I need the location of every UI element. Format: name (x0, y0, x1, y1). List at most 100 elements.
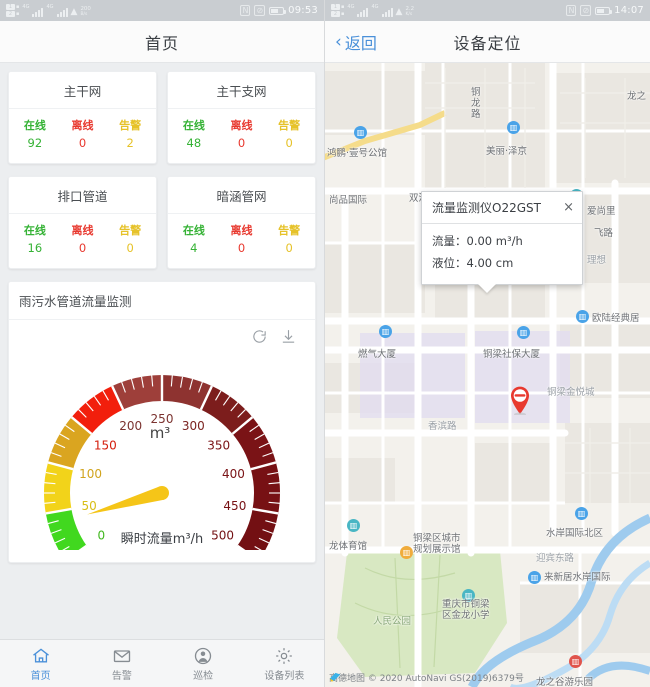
flow-monitor-panel: 雨污水管道流量监测 050100150200250300350400450500… (8, 281, 316, 563)
clock: 09:53 (288, 5, 318, 16)
map-poi-icon[interactable]: ▥ (576, 310, 589, 323)
stat-card-title: 主干支网 (168, 72, 315, 109)
gauge-needle-hub (155, 486, 169, 500)
envelope-icon (112, 646, 132, 666)
map-poi-icon[interactable]: ▥ (575, 507, 588, 520)
map-attribution: 高德地图 © 2020 AutoNavi GS(2019)6379号 (329, 671, 524, 684)
page-header-right: ‹ 返回 设备定位 (325, 21, 650, 63)
status-bar-right-icons: N ⊘ 09:53 (240, 5, 318, 16)
map-label: 迎宾东路 (536, 553, 574, 564)
gauge-tick-label: 450 (223, 499, 246, 513)
stat-online[interactable]: 在线 4 (170, 222, 218, 258)
device-location-pin[interactable] (509, 385, 531, 415)
map-label: 铜 龙 路 (471, 87, 481, 120)
page-title: 首页 (145, 30, 179, 54)
download-icon[interactable] (280, 328, 297, 345)
back-label: 返回 (345, 30, 377, 54)
stat-alarm[interactable]: 告警 0 (265, 117, 313, 153)
network-type-icon: 4G (22, 4, 29, 10)
clock: 14:07 (614, 5, 644, 16)
stat-card-anhanguanwang[interactable]: 暗涵管网 在线 4 离线 0 告警 0 (167, 176, 316, 269)
status-bar-left: 1▪ 2▪ 4G 4G ▲ 200 B/s N ⊘ 09:53 (0, 0, 324, 21)
stat-offline[interactable]: 离线 0 (218, 117, 266, 153)
map-poi-icon[interactable]: ▥ (507, 121, 520, 134)
stat-alarm[interactable]: 告警 2 (106, 117, 154, 153)
stat-card-zhuganzhiwang[interactable]: 主干支网 在线 48 离线 0 告警 0 (167, 71, 316, 164)
gauge-band (46, 509, 87, 550)
stat-label: 离线 (59, 117, 107, 134)
stat-alarm[interactable]: 告警 0 (106, 222, 154, 258)
gauge-tick-label: 500 (211, 528, 234, 542)
refresh-icon[interactable] (251, 328, 268, 345)
back-button[interactable]: ‹ 返回 (325, 30, 377, 54)
map-canvas[interactable]: ▥鸿鹏·壹号公馆▥美丽·泽京铜 龙 路尚品国际双河龙之▥爱尚里飞路理想▥欧陆经典… (325, 63, 650, 687)
stat-label: 在线 (11, 222, 59, 239)
network-speed-unit: K/s (405, 12, 414, 17)
popup-header: 流量监测仪O22GST × (422, 192, 582, 224)
stat-label: 告警 (106, 222, 154, 239)
stat-online[interactable]: 在线 92 (11, 117, 59, 153)
tab-device-list[interactable]: 设备列表 (244, 646, 325, 682)
map-poi-icon[interactable]: ▥ (354, 126, 367, 139)
flow-value: 0.00 (467, 234, 493, 248)
stat-label: 告警 (106, 117, 154, 134)
device-location-screen: 1▪ 2▪ 4G 4G ▲ 2.2 K/s N ⊘ 14:07 (325, 0, 650, 687)
map-poi-icon[interactable]: ▥ (379, 325, 392, 338)
map-poi-icon[interactable]: ▥ (517, 326, 530, 339)
stat-online[interactable]: 在线 16 (11, 222, 59, 258)
network-speed: 2.2 K/s (405, 7, 414, 17)
chevron-left-icon: ‹ (335, 34, 342, 50)
stat-alarm[interactable]: 告警 0 (265, 222, 313, 258)
device-info-popup[interactable]: 流量监测仪O22GST × 流量：0.00 m³/h 液位：4.00 cm (421, 191, 583, 285)
stat-value: 0 (59, 239, 107, 258)
map-label: 铜梁区城市 规划展示馆 (413, 533, 461, 555)
stat-label: 告警 (265, 117, 313, 134)
stat-label: 在线 (170, 222, 218, 239)
status-bar-right-icons: N ⊘ 14:07 (566, 5, 644, 16)
signal-bars-1-icon (357, 8, 368, 17)
flow-gauge: 050100150200250300350400450500m³瞬时流量m³/h (17, 345, 307, 550)
stat-offline[interactable]: 离线 0 (59, 117, 107, 153)
map-poi-icon[interactable]: ▥ (347, 519, 360, 532)
stat-card-title: 排口管道 (9, 177, 156, 214)
stat-online[interactable]: 在线 48 (170, 117, 218, 153)
map-label: 重庆市铜梁 区金龙小学 (442, 599, 490, 621)
mute-icon: ⊘ (580, 5, 591, 16)
stat-value: 0 (59, 134, 107, 153)
stat-value: 48 (170, 134, 218, 153)
map-label: 来新居水岸国际 (544, 572, 611, 583)
dual-sim-icon: 1▪ 2▪ (331, 4, 344, 17)
tab-alarm[interactable]: 告警 (81, 646, 162, 682)
tab-inspection[interactable]: 巡检 (163, 646, 244, 682)
attribution-text: 高德地图 © 2020 AutoNavi GS(2019)6379号 (329, 671, 524, 684)
stat-card-paikouguandao[interactable]: 排口管道 在线 16 离线 0 告警 0 (8, 176, 157, 269)
stat-offline[interactable]: 离线 0 (59, 222, 107, 258)
stat-value: 0 (265, 134, 313, 153)
stat-label: 离线 (218, 222, 266, 239)
map-poi-icon[interactable]: ▥ (400, 546, 413, 559)
map-label: 人民公园 (373, 616, 411, 627)
gauge-tick-label: 300 (182, 419, 205, 433)
map-label: 尚品国际 (329, 195, 367, 206)
map-label: 美丽·泽京 (486, 146, 527, 157)
stat-value: 0 (218, 134, 266, 153)
gauge-tick-label: 50 (81, 499, 96, 513)
level-value: 4.00 (467, 256, 493, 270)
stat-offline[interactable]: 离线 0 (218, 222, 266, 258)
page-header-left: 首页 (0, 21, 324, 63)
map-label: 龙之谷游乐园 (536, 677, 593, 687)
nfc-icon: N (566, 5, 576, 16)
popup-row-level: 液位：4.00 cm (432, 252, 572, 274)
mute-icon: ⊘ (254, 5, 265, 16)
stat-card-zhuganwang[interactable]: 主干网 在线 92 离线 0 告警 2 (8, 71, 157, 164)
map-label: 燃气大厦 (358, 349, 396, 360)
map-poi-icon[interactable]: ▥ (569, 655, 582, 668)
map-poi-icon[interactable]: ▥ (528, 571, 541, 584)
tab-home[interactable]: 首页 (0, 646, 81, 682)
stat-label: 在线 (170, 117, 218, 134)
map-label: 爱尚里 (587, 206, 616, 217)
nfc-icon: N (240, 5, 250, 16)
popup-title: 流量监测仪O22GST (432, 199, 541, 216)
close-icon[interactable]: × (563, 202, 574, 214)
stat-label: 离线 (59, 222, 107, 239)
